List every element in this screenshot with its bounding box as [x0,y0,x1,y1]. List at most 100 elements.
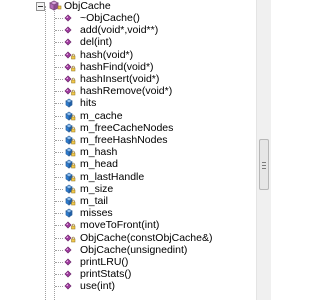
method-icon-graphic [64,258,72,266]
row-connector [55,262,63,263]
field-icon-graphic [65,159,76,170]
grip-line [262,168,266,169]
row-connector [55,115,63,117]
method-icon [63,73,76,85]
row-connector [55,103,63,105]
private-lock-shackle [71,89,75,93]
field-icon-graphic [65,208,73,218]
field-icon [63,158,76,170]
field-icon-graphic [65,196,76,206]
private-lock-shackle [71,175,75,178]
field-icon [63,134,76,146]
field-icon [63,183,76,195]
private-lock-icon [71,177,76,181]
member-label: hashRemove(void*) [80,85,173,98]
row-connector [55,237,63,239]
field-icon-graphic [65,111,76,121]
method-icon-graphic [64,246,72,254]
member-label: ObjCache(constObjCache&) [80,231,213,244]
method-icon [63,268,76,280]
class-icon-graphic [49,0,62,11]
member-label: printStats() [80,268,132,281]
class-name: ObjCache [64,0,111,12]
private-lock-shackle [71,199,75,202]
field-icon [63,207,76,219]
method-icon-graphic [64,234,76,242]
row-connector [55,164,63,166]
field-icon [63,195,76,207]
row-connector [55,42,63,44]
method-icon-graphic [64,221,76,230]
member-label: hashFind(void*) [80,60,154,73]
private-lock-icon [71,67,76,72]
member-label: hits [80,97,97,110]
member-label: use(int) [80,280,116,293]
row-connector [55,213,63,215]
member-label: m_cache [80,109,123,122]
vertical-scrollbar[interactable] [256,0,271,300]
grip-line [262,162,266,163]
method-icon-graphic [64,38,72,46]
method-icon-graphic [64,282,72,290]
private-lock-icon [71,140,76,145]
member-label: ~ObjCache() [80,12,140,24]
field-icon-graphic [65,172,76,182]
row-connector [55,18,63,19]
row-connector [55,30,63,32]
method-icon [63,280,76,292]
member-label: ObjCache(unsignedint) [80,243,188,256]
method-icon [63,244,76,256]
field-icon [63,97,76,109]
private-lock-icon [71,91,76,96]
class-icon-key [57,5,62,10]
method-icon [63,49,76,61]
row-connector [55,152,63,154]
private-lock-icon [71,116,76,120]
private-lock-icon [71,128,76,133]
field-icon-graphic [65,147,76,157]
method-icon-graphic [64,14,72,22]
member-label: misses [80,207,113,220]
row-connector [55,249,63,251]
private-lock-shackle [71,138,75,141]
private-lock-icon [71,165,76,169]
private-lock-shackle [71,65,75,68]
row-connector [55,66,63,68]
private-lock-icon [71,226,76,230]
method-icon [63,256,76,268]
row-connector [55,201,63,202]
method-icon [63,85,76,97]
method-icon-graphic [64,51,76,59]
private-lock-icon [71,55,76,59]
field-icon-graphic [65,123,76,133]
member-label: moveToFront(int) [80,219,160,232]
member-label: m_freeHashNodes [80,134,168,146]
scroll-thumb[interactable] [259,139,269,190]
field-icon [63,146,76,158]
private-lock-icon [71,152,76,157]
field-icon [63,171,76,183]
private-lock-shackle [71,150,75,154]
row-connector [55,176,63,178]
field-icon-graphic [65,98,73,109]
member-label: del(int) [80,36,113,49]
class-tree: ObjCache ~ObjCache() add(void*,void**) del… [0,0,256,300]
method-icon-graphic [64,75,76,84]
collapse-toggle[interactable] [36,2,45,11]
field-icon-graphic [65,184,76,194]
method-icon [63,219,76,231]
member-label: m_hash [80,146,118,159]
row-connector [55,286,63,288]
private-lock-icon [71,79,76,84]
private-lock-shackle [71,187,75,190]
class-icon [48,0,62,12]
member-label: add(void*,void**) [80,24,159,37]
private-lock-shackle [71,163,75,166]
private-lock-icon [71,238,76,242]
member-label: printLRU() [80,256,129,268]
member-label: hashInsert(void*) [80,73,160,85]
method-icon-graphic [64,26,72,34]
method-icon-graphic [64,270,72,278]
member-label: hash(void*) [80,48,134,61]
private-lock-shackle [71,126,75,129]
